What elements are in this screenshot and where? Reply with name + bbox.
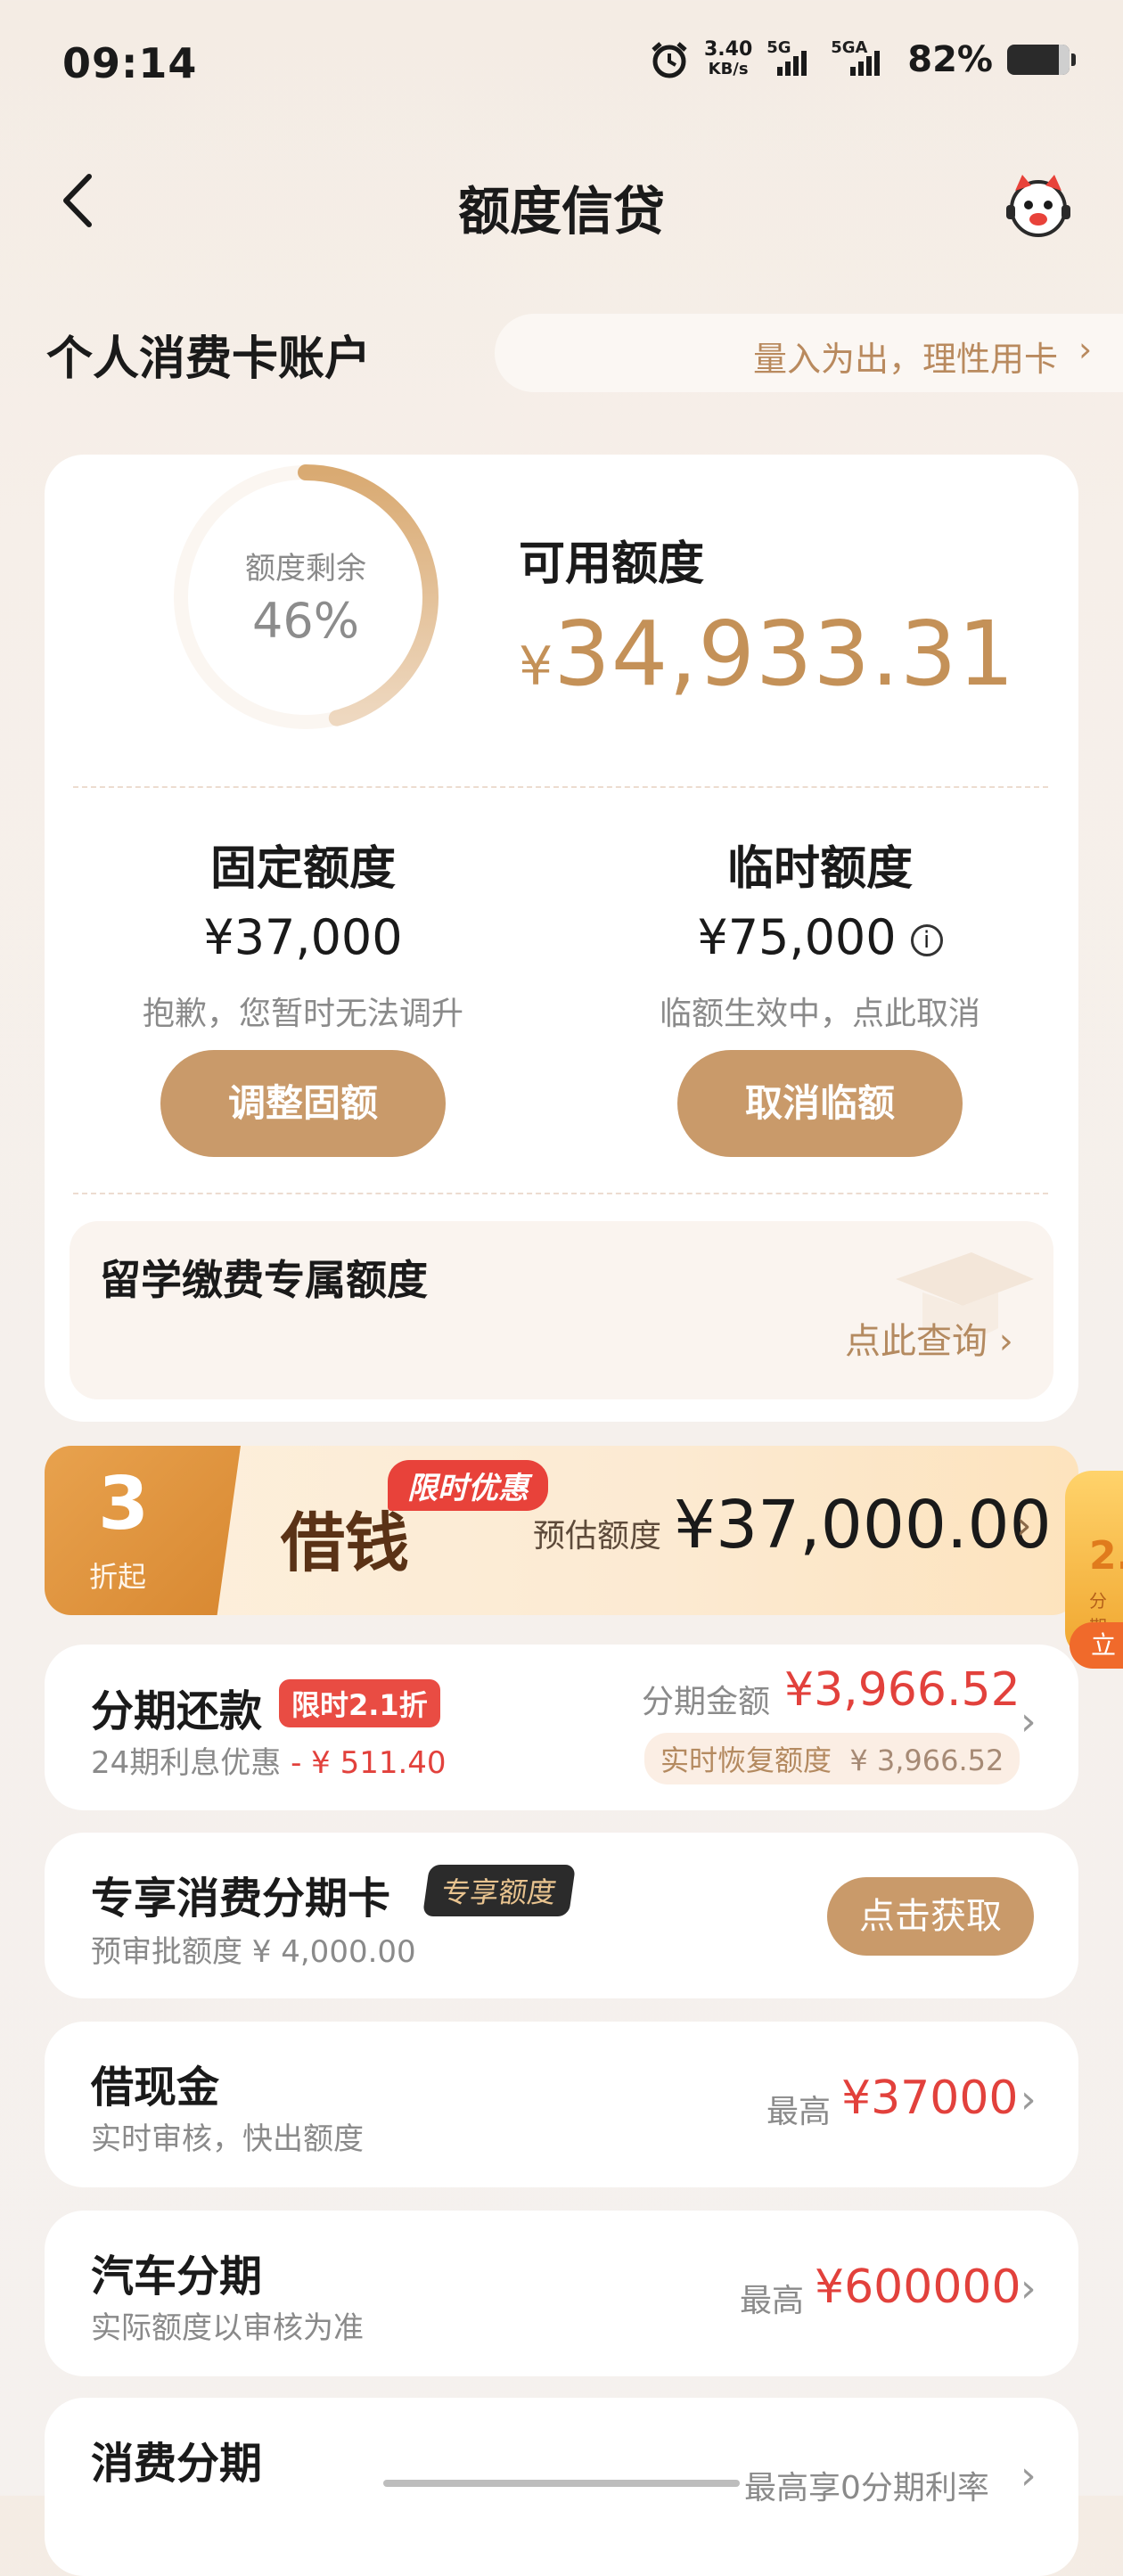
study-abroad-title: 留学缴费专属额度 — [100, 1256, 428, 1304]
fixed-credit-title: 固定额度 — [209, 842, 396, 896]
exclusive-credit-tag: 专享额度 — [422, 1865, 577, 1916]
chevron-right-icon: › — [1078, 330, 1093, 369]
cancel-temp-credit-button[interactable]: 取消临额 — [677, 1050, 963, 1157]
battery-percent: 82% — [907, 39, 993, 80]
home-indicator[interactable] — [383, 2480, 740, 2487]
consumer-installment-rate-label: 最高享0分期利率 — [744, 2470, 989, 2506]
fixed-credit-note: 抱歉，您暂时无法调升 — [142, 996, 463, 1032]
info-icon[interactable]: i — [910, 924, 943, 957]
available-credit-value: ¥34,933.31 — [519, 602, 1016, 706]
consumer-installment-title: 消费分期 — [91, 2439, 263, 2489]
alarm-icon — [652, 42, 687, 78]
status-icons: 3.40 KB/s 5G 5GA 82% — [649, 38, 1076, 80]
installment-subtitle: 24期利息优惠 - ¥ 511.40 — [91, 1745, 447, 1781]
available-credit-label: 可用额度 — [519, 537, 705, 591]
fixed-credit-value: ¥37,000 — [203, 909, 403, 965]
cash-loan-max-label: 最高 — [766, 2094, 832, 2130]
discount-text: 折起 — [89, 1560, 147, 1594]
get-exclusive-card-button[interactable]: 点击获取 — [827, 1877, 1034, 1956]
divider — [73, 786, 1048, 788]
exclusive-card-title: 专享消费分期卡 — [91, 1874, 391, 1924]
temp-credit-note[interactable]: 临额生效中，点此取消 — [606, 988, 1034, 1034]
divider — [73, 1193, 1048, 1194]
chevron-right-icon: › — [1021, 2077, 1037, 2122]
installment-title: 分期还款 — [91, 1686, 263, 1736]
signal-sim1-icon: 5G — [766, 38, 816, 76]
car-installment-max-label: 最高 — [740, 2283, 805, 2319]
temp-credit-title: 临时额度 — [726, 842, 913, 896]
remaining-label: 额度剩余 — [245, 551, 366, 587]
car-installment-title: 汽车分期 — [91, 2252, 263, 2301]
limited-offer-tag: 限时优惠 — [388, 1460, 548, 1511]
battery-icon — [1007, 45, 1076, 75]
recovered-credit-pill: 实时恢复额度 ¥ 3,966.52 — [644, 1733, 1021, 1784]
slogan-text: 量入为出，理性用卡 — [753, 340, 1059, 379]
installment-amount-value: ¥3,966.52 — [784, 1663, 1021, 1717]
account-title: 个人消费卡账户 — [46, 332, 372, 386]
chevron-right-icon: › — [1021, 2266, 1037, 2311]
mascot-avatar-icon[interactable] — [1003, 169, 1074, 241]
adjust-fixed-credit-button[interactable]: 调整固额 — [160, 1050, 446, 1157]
page-title: 额度信贷 — [457, 181, 665, 242]
floating-promo-button[interactable]: 立 — [1070, 1622, 1123, 1669]
chevron-right-icon: › — [1021, 1699, 1037, 1744]
cash-loan-subtitle: 实时审核，快出额度 — [91, 2121, 364, 2157]
cash-loan-max-value: ¥37000 — [841, 2071, 1019, 2125]
discount-number: 3 — [98, 1462, 150, 1546]
temp-credit-value-row: ¥75,000 i — [606, 909, 1034, 965]
network-speed: 3.40 KB/s — [703, 38, 753, 79]
remaining-percent: 46% — [251, 593, 360, 649]
installment-discount-tag: 限时2.1折 — [279, 1679, 440, 1727]
status-time: 09:14 — [62, 39, 198, 87]
signal-sim2-icon: 5GA — [831, 38, 893, 76]
preapproved-credit-text: 预审批额度 ¥ 4,000.00 — [91, 1934, 416, 1970]
temp-credit-value: ¥75,000 — [697, 909, 897, 965]
installment-amount-label: 分期金额 — [642, 1684, 771, 1720]
estimated-credit-value: ¥37,000.00 — [674, 1487, 1052, 1563]
cash-loan-title: 借现金 — [91, 2063, 220, 2112]
study-abroad-query-link[interactable]: 点此查询 › — [845, 1312, 1013, 1364]
estimated-credit-label: 预估额度 — [533, 1518, 662, 1555]
chevron-right-icon: › — [1021, 2453, 1037, 2498]
floating-promo-number: 2. — [1089, 1533, 1123, 1579]
car-installment-subtitle: 实际额度以审核为准 — [91, 2310, 364, 2346]
chevron-right-icon: › — [1016, 1503, 1032, 1548]
car-installment-max-value: ¥600000 — [815, 2260, 1021, 2314]
